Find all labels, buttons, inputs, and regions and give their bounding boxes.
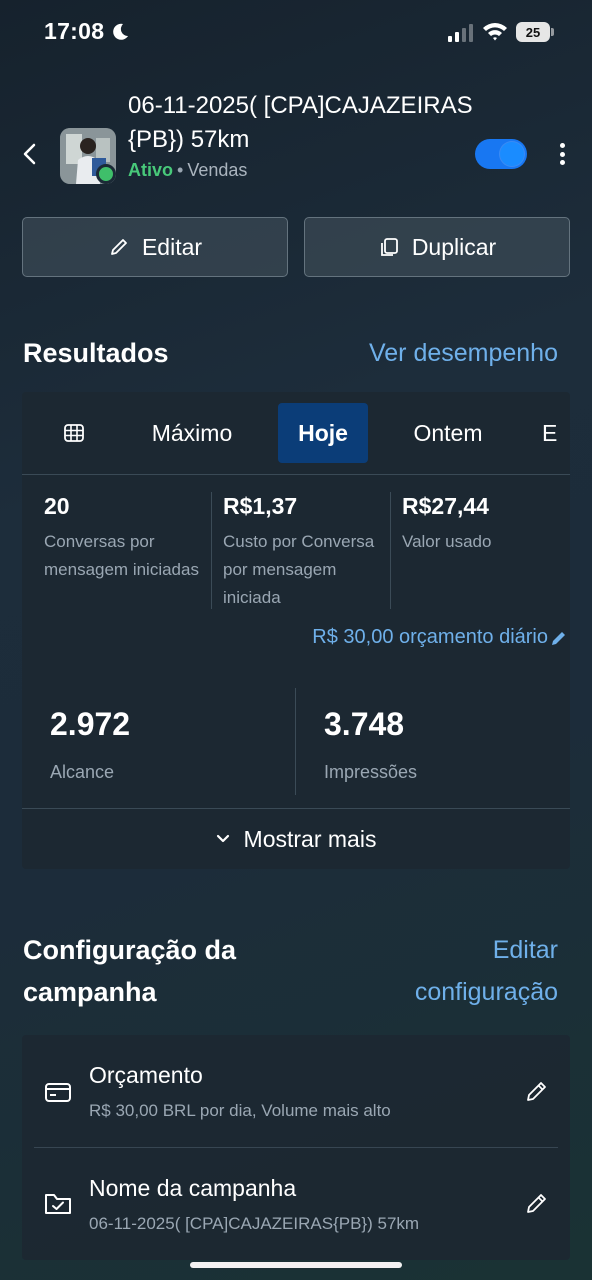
metric-value: 20 <box>44 493 70 519</box>
settings-row-title: Nome da campanha <box>89 1175 297 1201</box>
folder-check-icon <box>45 1194 71 1214</box>
chevron-down-icon <box>216 834 229 843</box>
edit-button[interactable]: Editar <box>22 217 288 277</box>
edit-settings-link[interactable]: Editar configuração <box>378 929 558 1013</box>
results-title: Resultados <box>23 338 169 368</box>
settings-row-budget[interactable]: Orçamento R$ 30,00 BRL por dia, Volume m… <box>22 1035 570 1147</box>
edit-button-label: Editar <box>141 233 203 260</box>
pencil-icon <box>111 239 127 255</box>
status-label: Ativo <box>128 160 173 180</box>
objective-label: Vendas <box>187 160 248 180</box>
metric-label: Conversas por mensagem iniciadas <box>44 532 199 579</box>
pencil-icon[interactable] <box>524 1190 550 1216</box>
more-options-icon[interactable] <box>552 140 572 168</box>
active-status-dot <box>96 164 116 184</box>
home-indicator[interactable] <box>190 1262 402 1268</box>
wifi-icon <box>483 23 507 41</box>
metric-amount-spent: R$27,44 Valor usado <box>402 493 562 556</box>
tab-maximo[interactable]: Máximo <box>138 403 246 463</box>
credit-card-icon <box>45 1083 71 1102</box>
tab-hoje[interactable]: Hoje <box>278 403 368 463</box>
settings-row-title: Orçamento <box>89 1062 203 1088</box>
battery-icon: 25 <box>516 22 554 42</box>
status-time: 17:08 <box>44 18 105 44</box>
campaign-subline: Ativo • Vendas <box>128 160 247 181</box>
metric-label: Custo por Conversa por mensagem iniciada <box>223 532 375 607</box>
campaign-settings-card: Orçamento R$ 30,00 BRL por dia, Volume m… <box>22 1035 570 1260</box>
settings-row-subtitle: 06-11-2025( [CPA]CAJAZEIRAS{PB}) 57km <box>89 1214 420 1233</box>
show-more-button[interactable]: Mostrar mais <box>22 808 570 869</box>
reach-label: Alcance <box>50 762 115 782</box>
daily-budget-link[interactable]: R$ 30,00 orçamento diário <box>312 626 568 649</box>
metric-value: R$1,37 <box>223 493 298 519</box>
settings-row-subtitle: R$ 30,00 BRL por dia, Volume mais alto <box>89 1101 391 1120</box>
reach-value: 2.972 <box>50 706 131 742</box>
back-arrow-icon[interactable] <box>16 140 44 168</box>
campaign-title: 06-11-2025( [CPA]CAJAZEIRAS{PB}) 57km <box>128 92 473 153</box>
table-icon <box>64 424 84 442</box>
separator-dot: • <box>177 160 184 180</box>
impressions-label: Impressões <box>324 762 418 782</box>
impressions-value: 3.748 <box>324 706 405 742</box>
metric-label: Valor usado <box>402 532 492 551</box>
table-view-tab[interactable] <box>50 403 98 463</box>
moon-icon <box>113 23 128 40</box>
battery-level: 25 <box>516 22 550 42</box>
metric-value: R$27,44 <box>402 493 489 519</box>
cellular-signal-icon <box>448 24 473 42</box>
date-tabs: Máximo Hoje Ontem E <box>22 392 570 475</box>
settings-row-campaign-name[interactable]: Nome da campanha 06-11-2025( [CPA]CAJAZE… <box>22 1148 570 1260</box>
daily-budget-text: R$ 30,00 orçamento diário <box>312 626 548 648</box>
pencil-icon[interactable] <box>524 1078 550 1104</box>
tab-partial[interactable]: E <box>542 403 570 463</box>
duplicate-icon <box>380 238 398 256</box>
metric-conversations: 20 Conversas por mensagem iniciadas <box>44 493 204 584</box>
campaign-toggle[interactable] <box>475 139 527 169</box>
campaign-settings-title: Configuração da campanha <box>23 935 237 1007</box>
metric-cost-per-conversation: R$1,37 Custo por Conversa por mensagem i… <box>223 493 389 612</box>
view-performance-link[interactable]: Ver desempenho <box>369 339 558 368</box>
duplicate-button-label: Duplicar <box>411 233 497 260</box>
duplicate-button[interactable]: Duplicar <box>304 217 570 277</box>
tab-ontem[interactable]: Ontem <box>400 403 496 463</box>
edit-pencil-icon <box>552 631 565 645</box>
show-more-label: Mostrar mais <box>243 825 377 852</box>
